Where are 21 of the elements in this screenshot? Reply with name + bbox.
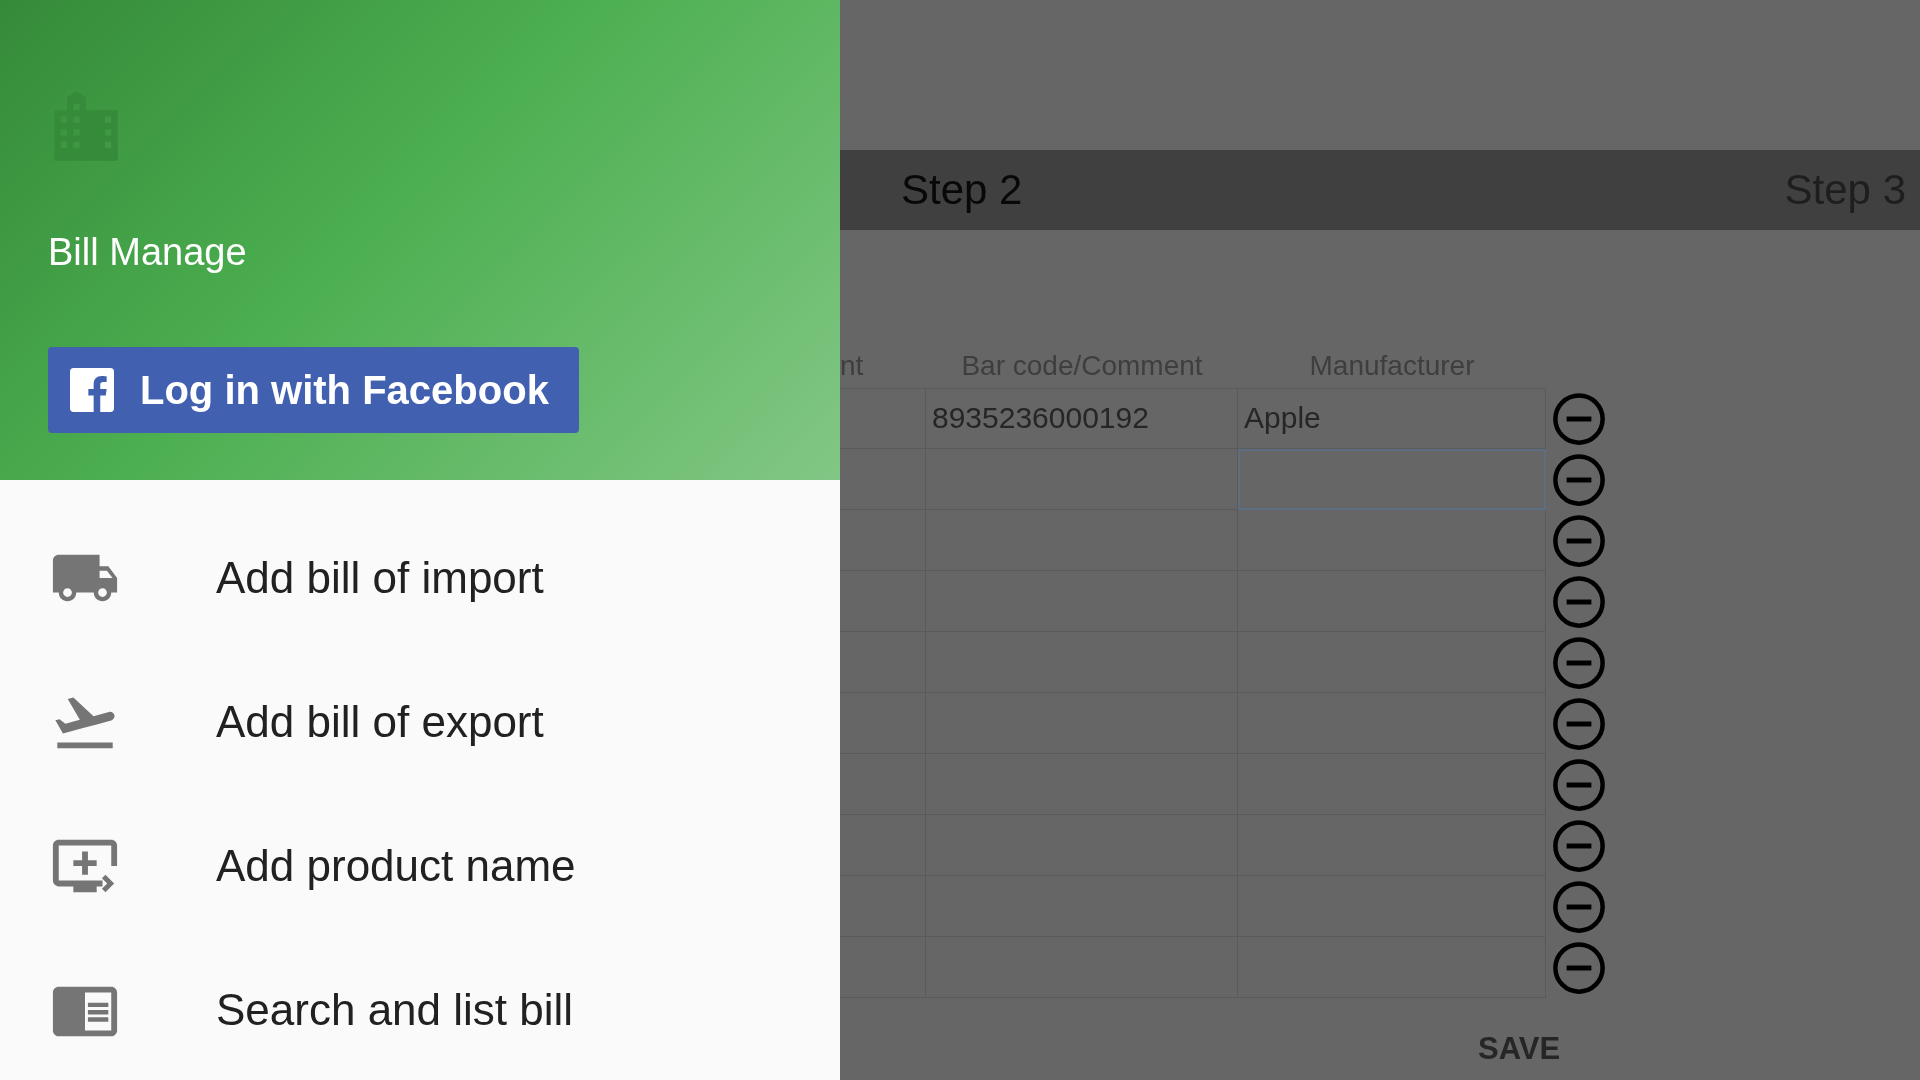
table-cell[interactable] (1238, 510, 1546, 571)
remove-row-button[interactable] (1552, 635, 1606, 690)
remove-row-button[interactable] (1552, 696, 1606, 751)
remove-row-button[interactable] (1552, 879, 1606, 934)
facebook-icon (70, 368, 114, 412)
remove-row-button[interactable] (1552, 818, 1606, 873)
remove-row-button[interactable] (1552, 940, 1606, 995)
remove-row-button[interactable] (1552, 574, 1606, 629)
drawer-menu-item[interactable]: Add product name (0, 794, 840, 938)
table-cell[interactable] (926, 449, 1238, 510)
drawer-menu-item[interactable]: Add bill of import (0, 506, 840, 650)
table-cell[interactable] (1238, 449, 1546, 510)
remove-row-button[interactable] (1552, 757, 1606, 812)
remove-row-button[interactable] (1552, 452, 1606, 507)
facebook-login-button[interactable]: Log in with Facebook (48, 347, 579, 433)
drawer-menu-item[interactable]: Add bill of export (0, 650, 840, 794)
app-title: Bill Manage (48, 231, 247, 274)
remove-row-button[interactable] (1552, 513, 1606, 568)
remove-row-button[interactable] (1552, 391, 1606, 446)
table-cell[interactable] (926, 510, 1238, 571)
drawer-menu-item[interactable]: Search and list bill (0, 938, 840, 1080)
